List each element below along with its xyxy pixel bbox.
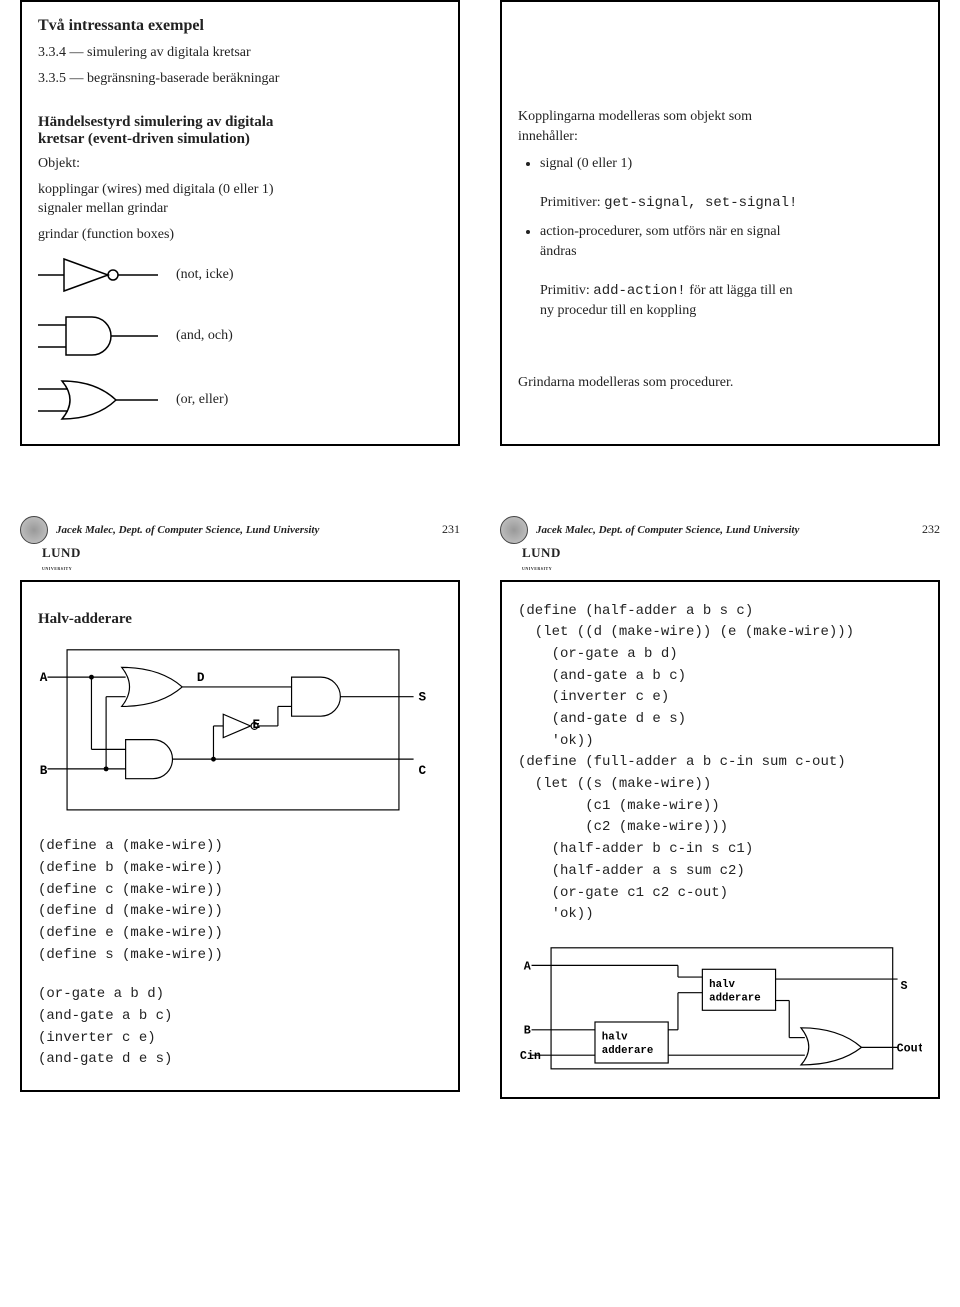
svg-text:A: A bbox=[40, 670, 48, 685]
svg-text:halv: halv bbox=[602, 1031, 628, 1043]
page-number-232: 232 bbox=[922, 522, 940, 537]
and-gate-row: (and, och) bbox=[38, 311, 442, 361]
svg-text:B: B bbox=[524, 1024, 531, 1038]
svg-text:S: S bbox=[418, 689, 426, 704]
full-adder-diagram: A B Cin S Cout halv adderare bbox=[512, 940, 922, 1082]
svg-text:A: A bbox=[524, 959, 532, 973]
intro-item-2: 3.3.5 — begränsning-baserade beräkningar bbox=[38, 69, 442, 89]
intro-heading: Två intressanta exempel bbox=[38, 17, 442, 35]
page-number-231: 231 bbox=[442, 522, 460, 537]
svg-text:halv: halv bbox=[709, 979, 735, 991]
footer-affil: Jacek Malec, Dept. of Computer Science, … bbox=[536, 524, 799, 536]
slide-233-box: Halv-adderare A B D E S C bbox=[20, 580, 460, 1093]
svg-text:B: B bbox=[40, 762, 48, 777]
svg-text:Cin: Cin bbox=[520, 1049, 541, 1063]
or-gate-label: (or, eller) bbox=[176, 392, 228, 408]
kopplingar-intro: Kopplingarna modelleras som objekt som i… bbox=[518, 107, 922, 146]
slide-231-box: Två intressanta exempel 3.3.4 — simuleri… bbox=[20, 0, 460, 446]
footer-affil: Jacek Malec, Dept. of Computer Science, … bbox=[56, 524, 319, 536]
half-adder-diagram: A B D E S C bbox=[28, 642, 442, 823]
wire-defines-code: (define a (make-wire)) (define b (make-w… bbox=[38, 836, 442, 966]
svg-text:Cout: Cout bbox=[897, 1041, 922, 1055]
not-gate-icon bbox=[38, 253, 158, 297]
not-gate-label: (not, icke) bbox=[176, 267, 234, 283]
bullet-signal: signal (0 eller 1) Primitiver: get-signa… bbox=[540, 154, 922, 214]
svg-text:adderare: adderare bbox=[602, 1045, 653, 1057]
svg-text:adderare: adderare bbox=[709, 992, 760, 1004]
wires-desc: kopplingar (wires) med digitala (0 eller… bbox=[38, 180, 442, 219]
gate-calls-code: (or-gate a b d) (and-gate a b c) (invert… bbox=[38, 984, 442, 1071]
gates-line: grindar (function boxes) bbox=[38, 225, 442, 245]
footer-232: Jacek Malec, Dept. of Computer Science, … bbox=[500, 486, 940, 1099]
lund-seal-icon bbox=[20, 516, 48, 544]
svg-text:C: C bbox=[418, 762, 426, 777]
adder-definitions-code: (define (half-adder a b s c) (let ((d (m… bbox=[518, 601, 922, 926]
lund-label: Lund university bbox=[42, 546, 460, 572]
or-gate-row: (or, eller) bbox=[38, 375, 442, 425]
not-gate-row: (not, icke) bbox=[38, 253, 442, 297]
lund-label: Lund university bbox=[522, 546, 940, 572]
objekt-label: Objekt: bbox=[38, 154, 442, 174]
slide-234-box: (define (half-adder a b s c) (let ((d (m… bbox=[500, 580, 940, 1099]
svg-text:S: S bbox=[901, 979, 908, 993]
bullet-action: action-procedurer, som utförs när en sig… bbox=[540, 222, 922, 321]
grindar-line: Grindarna modelleras som procedurer. bbox=[518, 373, 922, 393]
and-gate-icon bbox=[38, 311, 158, 361]
intro-item-1: 3.3.4 — simulering av digitala kretsar bbox=[38, 43, 442, 63]
halv-adderare-heading: Halv-adderare bbox=[38, 611, 442, 628]
slide-232-box: Kopplingarna modelleras som objekt som i… bbox=[500, 0, 940, 446]
lund-seal-icon bbox=[500, 516, 528, 544]
section-heading-line1: Händelsestyrd simulering av digitala kre… bbox=[38, 114, 442, 148]
footer-231: Jacek Malec, Dept. of Computer Science, … bbox=[20, 486, 460, 1099]
or-gate-icon bbox=[38, 375, 158, 425]
svg-text:D: D bbox=[197, 670, 205, 685]
and-gate-label: (and, och) bbox=[176, 328, 233, 344]
